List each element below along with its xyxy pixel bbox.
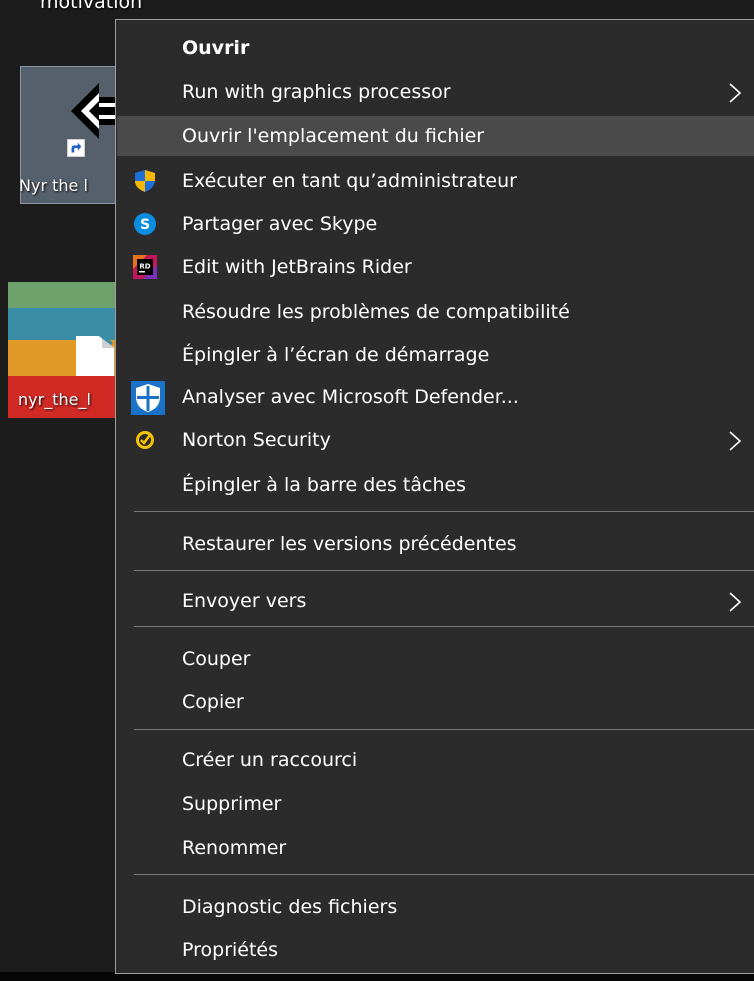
menu-item-label: Couper	[182, 648, 251, 670]
menu-item-file-diagnostics[interactable]: Diagnostic des fichiers	[117, 887, 754, 927]
menu-item-label: Ouvrir	[182, 37, 250, 59]
menu-separator	[134, 570, 754, 571]
document-icon	[76, 328, 114, 376]
menu-item-share-with-skype[interactable]: S Partager avec Skype	[117, 204, 754, 244]
chevron-right-icon	[729, 592, 742, 612]
menu-item-copy[interactable]: Copier	[117, 682, 754, 722]
menu-item-scan-with-defender[interactable]: Analyser avec Microsoft Defender...	[117, 377, 754, 417]
menu-item-edit-with-jetbrains-rider[interactable]: RD Edit with JetBrains Rider	[117, 247, 754, 287]
menu-item-open-file-location[interactable]: Ouvrir l'emplacement du fichier	[117, 116, 754, 156]
menu-item-label: Propriétés	[182, 939, 279, 961]
menu-item-delete[interactable]: Supprimer	[117, 784, 754, 824]
desktop-icon-label: Nyr the l	[19, 176, 88, 195]
context-menu: Ouvrir Run with graphics processor Ouvri…	[115, 19, 754, 974]
menu-item-label: Renommer	[182, 837, 287, 859]
menu-item-label: Diagnostic des fichiers	[182, 896, 398, 918]
desktop-icon-label: nyr_the_l	[18, 390, 91, 409]
menu-item-label: Épingler à l’écran de démarrage	[182, 344, 490, 366]
skype-badge-text: S	[140, 217, 150, 233]
menu-separator	[134, 729, 754, 730]
menu-item-pin-to-start[interactable]: Épingler à l’écran de démarrage	[117, 335, 754, 375]
defender-shield-icon	[131, 381, 165, 415]
desktop-background: motivation Nyr the l nyr_the_l Ouvrir Ru…	[0, 0, 754, 981]
menu-item-run-with-graphics-processor[interactable]: Run with graphics processor	[117, 72, 754, 112]
menu-item-open[interactable]: Ouvrir	[117, 28, 754, 68]
menu-item-label: Restaurer les versions précédentes	[182, 533, 517, 555]
shortcut-arrow-icon	[67, 139, 85, 157]
menu-item-label: Résoudre les problèmes de compatibilité	[182, 301, 570, 323]
menu-item-restore-previous-versions[interactable]: Restaurer les versions précédentes	[117, 524, 754, 564]
menu-item-run-as-administrator[interactable]: Exécuter en tant qu’administrateur	[117, 161, 754, 201]
menu-item-label: Analyser avec Microsoft Defender...	[182, 386, 519, 408]
rider-badge-text: RD	[139, 263, 150, 271]
norton-check-icon	[136, 431, 154, 449]
uac-shield-icon	[135, 170, 155, 192]
desktop-shortcut-icon-selected[interactable]: Nyr the l	[19, 66, 129, 204]
desktop-icon-label-top[interactable]: motivation	[40, 0, 142, 13]
menu-item-troubleshoot-compatibility[interactable]: Résoudre les problèmes de compatibilité	[117, 292, 754, 332]
menu-item-norton-security[interactable]: Norton Security	[117, 420, 754, 460]
menu-item-label: Ouvrir l'emplacement du fichier	[182, 125, 485, 147]
menu-item-label: Run with graphics processor	[182, 81, 451, 103]
menu-item-create-shortcut[interactable]: Créer un raccourci	[117, 740, 754, 780]
menu-item-label: Envoyer vers	[182, 590, 307, 612]
menu-item-label: Partager avec Skype	[182, 213, 378, 235]
icon-band-green	[8, 282, 120, 308]
menu-item-label: Edit with JetBrains Rider	[182, 256, 412, 278]
chevron-right-icon	[729, 431, 742, 451]
menu-item-rename[interactable]: Renommer	[117, 828, 754, 868]
menu-item-label: Exécuter en tant qu’administrateur	[182, 170, 517, 192]
desktop-file-icon[interactable]: nyr_the_l	[0, 282, 120, 418]
menu-item-label: Épingler à la barre des tâches	[182, 474, 467, 496]
skype-icon: S	[134, 213, 156, 235]
menu-item-label: Créer un raccourci	[182, 749, 358, 771]
menu-item-properties[interactable]: Propriétés	[117, 930, 754, 970]
menu-separator	[134, 874, 754, 875]
menu-item-send-to[interactable]: Envoyer vers	[117, 581, 754, 621]
menu-item-cut[interactable]: Couper	[117, 639, 754, 679]
menu-item-pin-to-taskbar[interactable]: Épingler à la barre des tâches	[117, 465, 754, 505]
menu-separator	[134, 626, 754, 627]
chevron-right-icon	[729, 83, 742, 103]
menu-item-label: Supprimer	[182, 793, 282, 815]
menu-item-label: Copier	[182, 691, 244, 713]
menu-item-label: Norton Security	[182, 429, 331, 451]
jetbrains-rider-icon: RD	[133, 255, 157, 279]
menu-separator	[134, 511, 754, 512]
